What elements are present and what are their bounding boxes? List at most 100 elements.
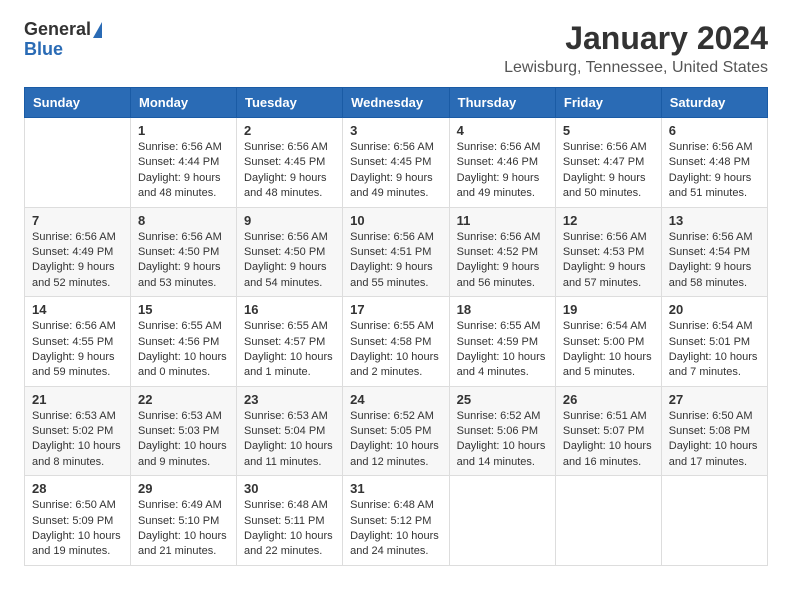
day-number: 11 — [457, 213, 548, 228]
day-info: Sunrise: 6:55 AMSunset: 4:58 PMDaylight:… — [350, 319, 442, 381]
day-number: 8 — [138, 213, 229, 228]
day-info: Sunrise: 6:56 AMSunset: 4:45 PMDaylight:… — [350, 140, 442, 202]
table-cell — [555, 476, 661, 566]
calendar-table: Sunday Monday Tuesday Wednesday Thursday… — [24, 87, 768, 566]
day-info: Sunrise: 6:56 AMSunset: 4:50 PMDaylight:… — [138, 230, 229, 292]
day-info: Sunrise: 6:53 AMSunset: 5:03 PMDaylight:… — [138, 409, 229, 471]
day-number: 22 — [138, 392, 229, 407]
day-number: 26 — [563, 392, 654, 407]
day-number: 21 — [32, 392, 123, 407]
day-number: 18 — [457, 302, 548, 317]
day-info: Sunrise: 6:50 AMSunset: 5:09 PMDaylight:… — [32, 498, 123, 560]
table-cell: 12Sunrise: 6:56 AMSunset: 4:53 PMDayligh… — [555, 207, 661, 297]
day-info: Sunrise: 6:56 AMSunset: 4:50 PMDaylight:… — [244, 230, 335, 292]
day-number: 30 — [244, 481, 335, 496]
day-info: Sunrise: 6:52 AMSunset: 5:06 PMDaylight:… — [457, 409, 548, 471]
day-info: Sunrise: 6:53 AMSunset: 5:04 PMDaylight:… — [244, 409, 335, 471]
table-cell — [661, 476, 767, 566]
table-cell: 21 Sunrise: 6:53 AMSunset: 5:02 PMDayligh… — [25, 386, 131, 476]
day-info: Sunrise: 6:56 AMSunset: 4:45 PMDaylight:… — [244, 140, 335, 202]
table-cell: 26 Sunrise: 6:51 AMSunset: 5:07 PMDayligh… — [555, 386, 661, 476]
day-info: Sunrise: 6:54 AMSunset: 5:00 PMDaylight:… — [563, 319, 654, 381]
table-cell: 16 Sunrise: 6:55 AMSunset: 4:57 PMDayligh… — [237, 297, 343, 387]
day-info: Sunrise: 6:54 AMSunset: 5:01 PMDaylight:… — [669, 319, 760, 381]
logo-blue: Blue — [24, 40, 63, 60]
day-info: Sunrise: 6:56 AMSunset: 4:48 PMDaylight:… — [669, 140, 760, 202]
table-cell: 4 Sunrise: 6:56 AMSunset: 4:46 PMDaylight… — [449, 118, 555, 208]
table-cell: 29Sunrise: 6:49 AMSunset: 5:10 PMDayligh… — [130, 476, 236, 566]
table-cell: 10 Sunrise: 6:56 AMSunset: 4:51 PMDayligh… — [343, 207, 450, 297]
day-number: 4 — [457, 123, 548, 138]
col-friday: Friday — [555, 88, 661, 118]
day-info: Sunrise: 6:48 AMSunset: 5:11 PMDaylight:… — [244, 498, 335, 560]
table-cell: 5Sunrise: 6:56 AMSunset: 4:47 PMDaylight… — [555, 118, 661, 208]
day-info: Sunrise: 6:56 AMSunset: 4:54 PMDaylight:… — [669, 230, 760, 292]
day-number: 20 — [669, 302, 760, 317]
header: General Blue January 2024 Lewisburg, Ten… — [24, 20, 768, 77]
day-info: Sunrise: 6:56 AMSunset: 4:51 PMDaylight:… — [350, 230, 442, 292]
week-row: 1Sunrise: 6:56 AMSunset: 4:44 PMDaylight… — [25, 118, 768, 208]
table-cell: 25 Sunrise: 6:52 AMSunset: 5:06 PMDayligh… — [449, 386, 555, 476]
table-cell: 13Sunrise: 6:56 AMSunset: 4:54 PMDayligh… — [661, 207, 767, 297]
table-cell: 30 Sunrise: 6:48 AMSunset: 5:11 PMDayligh… — [237, 476, 343, 566]
day-number: 2 — [244, 123, 335, 138]
day-info: Sunrise: 6:50 AMSunset: 5:08 PMDaylight:… — [669, 409, 760, 471]
day-number: 7 — [32, 213, 123, 228]
day-number: 10 — [350, 213, 442, 228]
table-cell: 27 Sunrise: 6:50 AMSunset: 5:08 PMDayligh… — [661, 386, 767, 476]
table-cell: 11 Sunrise: 6:56 AMSunset: 4:52 PMDayligh… — [449, 207, 555, 297]
table-cell: 28 Sunrise: 6:50 AMSunset: 5:09 PMDayligh… — [25, 476, 131, 566]
table-cell: 8 Sunrise: 6:56 AMSunset: 4:50 PMDaylight… — [130, 207, 236, 297]
day-number: 16 — [244, 302, 335, 317]
table-cell: 1Sunrise: 6:56 AMSunset: 4:44 PMDaylight… — [130, 118, 236, 208]
day-number: 27 — [669, 392, 760, 407]
table-cell: 18Sunrise: 6:55 AMSunset: 4:59 PMDayligh… — [449, 297, 555, 387]
day-number: 19 — [563, 302, 654, 317]
day-info: Sunrise: 6:48 AMSunset: 5:12 PMDaylight:… — [350, 498, 442, 560]
day-info: Sunrise: 6:56 AMSunset: 4:49 PMDaylight:… — [32, 230, 123, 292]
day-info: Sunrise: 6:49 AMSunset: 5:10 PMDaylight:… — [138, 498, 229, 560]
main-title: January 2024 — [504, 20, 768, 57]
day-info: Sunrise: 6:56 AMSunset: 4:53 PMDaylight:… — [563, 230, 654, 292]
day-info: Sunrise: 6:55 AMSunset: 4:57 PMDaylight:… — [244, 319, 335, 381]
table-cell: 19 Sunrise: 6:54 AMSunset: 5:00 PMDayligh… — [555, 297, 661, 387]
week-row: 28 Sunrise: 6:50 AMSunset: 5:09 PMDayligh… — [25, 476, 768, 566]
table-cell: 7 Sunrise: 6:56 AMSunset: 4:49 PMDaylight… — [25, 207, 131, 297]
day-info: Sunrise: 6:53 AMSunset: 5:02 PMDaylight:… — [32, 409, 123, 471]
day-number: 28 — [32, 481, 123, 496]
week-row: 7 Sunrise: 6:56 AMSunset: 4:49 PMDaylight… — [25, 207, 768, 297]
day-number: 14 — [32, 302, 123, 317]
table-cell: 22 Sunrise: 6:53 AMSunset: 5:03 PMDayligh… — [130, 386, 236, 476]
col-wednesday: Wednesday — [343, 88, 450, 118]
logo: General Blue — [24, 20, 102, 60]
week-row: 21 Sunrise: 6:53 AMSunset: 5:02 PMDayligh… — [25, 386, 768, 476]
col-saturday: Saturday — [661, 88, 767, 118]
day-number: 9 — [244, 213, 335, 228]
table-cell: 31 Sunrise: 6:48 AMSunset: 5:12 PMDayligh… — [343, 476, 450, 566]
day-info: Sunrise: 6:51 AMSunset: 5:07 PMDaylight:… — [563, 409, 654, 471]
day-number: 17 — [350, 302, 442, 317]
title-area: January 2024 Lewisburg, Tennessee, Unite… — [504, 20, 768, 77]
table-cell — [25, 118, 131, 208]
table-cell — [449, 476, 555, 566]
day-number: 25 — [457, 392, 548, 407]
col-monday: Monday — [130, 88, 236, 118]
table-cell: 17 Sunrise: 6:55 AMSunset: 4:58 PMDayligh… — [343, 297, 450, 387]
day-number: 6 — [669, 123, 760, 138]
day-number: 1 — [138, 123, 229, 138]
day-info: Sunrise: 6:56 AMSunset: 4:52 PMDaylight:… — [457, 230, 548, 292]
day-number: 15 — [138, 302, 229, 317]
day-number: 3 — [350, 123, 442, 138]
table-cell: 23 Sunrise: 6:53 AMSunset: 5:04 PMDayligh… — [237, 386, 343, 476]
day-info: Sunrise: 6:56 AMSunset: 4:46 PMDaylight:… — [457, 140, 548, 202]
day-info: Sunrise: 6:56 AMSunset: 4:47 PMDaylight:… — [563, 140, 654, 202]
day-info: Sunrise: 6:55 AMSunset: 4:56 PMDaylight:… — [138, 319, 229, 381]
table-cell: 9 Sunrise: 6:56 AMSunset: 4:50 PMDaylight… — [237, 207, 343, 297]
table-cell: 15 Sunrise: 6:55 AMSunset: 4:56 PMDayligh… — [130, 297, 236, 387]
day-number: 23 — [244, 392, 335, 407]
day-info: Sunrise: 6:52 AMSunset: 5:05 PMDaylight:… — [350, 409, 442, 471]
day-number: 31 — [350, 481, 442, 496]
week-row: 14Sunrise: 6:56 AMSunset: 4:55 PMDayligh… — [25, 297, 768, 387]
table-cell: 14Sunrise: 6:56 AMSunset: 4:55 PMDayligh… — [25, 297, 131, 387]
subtitle: Lewisburg, Tennessee, United States — [504, 59, 768, 77]
